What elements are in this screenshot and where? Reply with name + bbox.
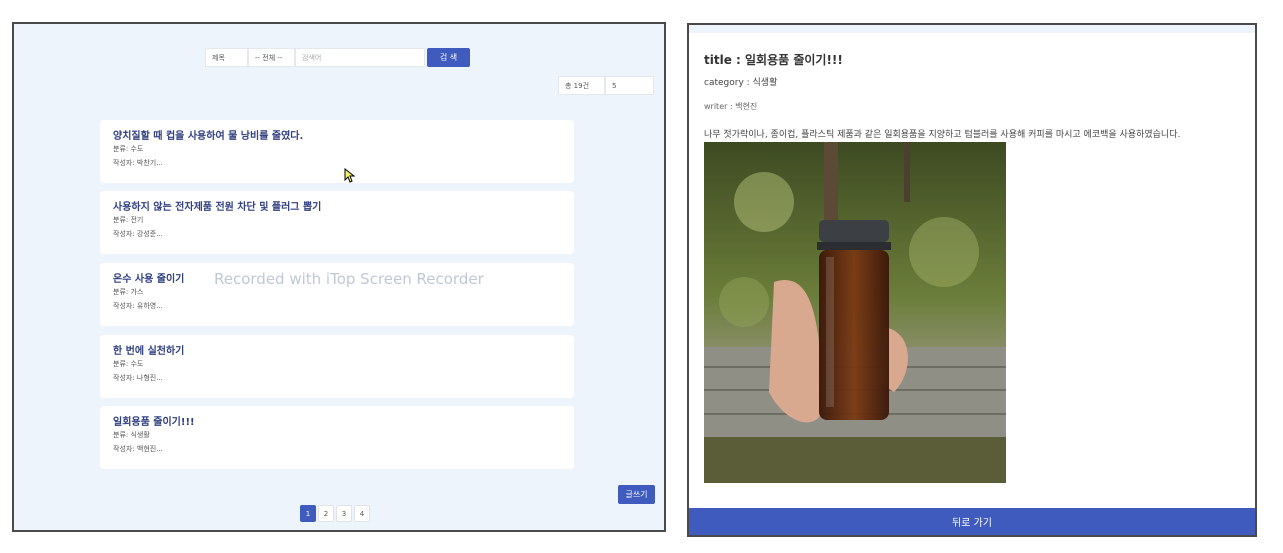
write-button[interactable]: 글쓰기	[618, 485, 655, 504]
list-summary: 총 19건 5	[558, 76, 654, 95]
back-button[interactable]: 뒤로 가기	[689, 508, 1255, 535]
post-writer: 작성자: 나형진...	[113, 374, 163, 382]
post-writer: 작성자: 백현진...	[113, 445, 163, 453]
post-category: 분류: 수도	[113, 145, 144, 153]
post-card[interactable]: 양치질할 때 컵을 사용하여 물 낭비를 줄였다. 분류: 수도 작성자: 박찬…	[100, 120, 574, 183]
post-title[interactable]: 양치질할 때 컵을 사용하여 물 낭비를 줄였다.	[113, 130, 561, 143]
post-card[interactable]: 한 번에 실천하기 분류: 수도 작성자: 나형진...	[100, 335, 574, 398]
post-category: 분류: 가스	[113, 288, 144, 296]
post-category: 분류: 수도	[113, 360, 144, 368]
search-input[interactable]: 검색어	[295, 48, 425, 67]
post-writer: 작성자: 박찬기...	[113, 159, 163, 167]
total-count: 총 19건	[558, 76, 605, 95]
search-category-select[interactable]: -- 전체 --	[248, 48, 295, 67]
post-photo	[704, 142, 1006, 483]
detail-content: 나무 젓가락이나, 종이컵, 플라스틱 제품과 같은 일회용품을 지양하고 텀블…	[704, 130, 1181, 140]
post-category: 분류: 전기	[113, 216, 144, 224]
post-title[interactable]: 한 번에 실천하기	[113, 345, 561, 358]
post-detail-panel: title : 일회용품 줄이기!!! category : 식생활 write…	[687, 23, 1257, 537]
post-title[interactable]: 일회용품 줄이기!!!	[113, 416, 561, 429]
detail-writer: writer : 백현진	[704, 102, 758, 111]
post-card[interactable]: 사용하지 않는 전자제품 전원 차단 및 플러그 뽑기 분류: 전기 작성자: …	[100, 191, 574, 254]
page-button[interactable]: 2	[318, 505, 334, 522]
search-bar: 제목 -- 전체 -- 검색어 검 색	[205, 48, 470, 67]
header-strip	[689, 25, 1255, 33]
detail-category: category : 식생활	[704, 78, 778, 88]
detail-title: title : 일회용품 줄이기!!!	[704, 53, 843, 67]
search-field-select[interactable]: 제목	[205, 48, 248, 67]
page-size-select[interactable]: 5	[605, 76, 654, 95]
recorder-watermark: Recorded with iTop Screen Recorder	[214, 270, 484, 288]
cursor-icon	[344, 168, 356, 183]
search-button[interactable]: 검 색	[427, 48, 470, 67]
pagination: 1 2 3 4	[300, 505, 370, 522]
page-button[interactable]: 4	[354, 505, 370, 522]
post-title[interactable]: 사용하지 않는 전자제품 전원 차단 및 플러그 뽑기	[113, 201, 561, 214]
post-category: 분류: 식생활	[113, 431, 150, 439]
post-writer: 작성자: 유하영...	[113, 302, 163, 310]
page-button[interactable]: 3	[336, 505, 352, 522]
post-list-panel: 제목 -- 전체 -- 검색어 검 색 총 19건 5 양치질할 때 컵을 사용…	[12, 22, 666, 532]
post-writer: 작성자: 강성준...	[113, 230, 163, 238]
post-card[interactable]: 일회용품 줄이기!!! 분류: 식생활 작성자: 백현진...	[100, 406, 574, 469]
page-button[interactable]: 1	[300, 505, 316, 522]
